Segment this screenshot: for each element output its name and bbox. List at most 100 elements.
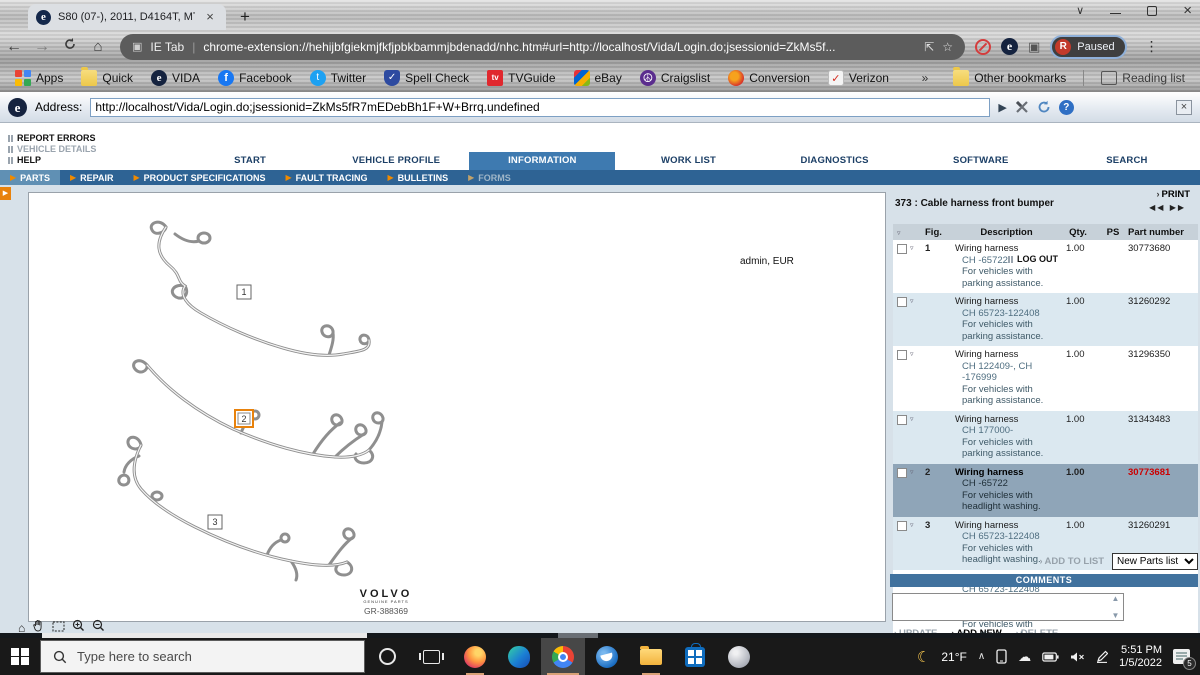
chrome-button[interactable]: [541, 638, 585, 675]
tab-vehicle-profile[interactable]: VEHICLE PROFILE: [323, 152, 469, 170]
ms-store-button[interactable]: [673, 638, 717, 675]
forward-icon[interactable]: →: [28, 38, 56, 56]
page-back-icon[interactable]: ◀◀: [1149, 203, 1165, 212]
part-row[interactable]: ▿Wiring harnessCH 177000-For vehicles wi…: [893, 411, 1198, 464]
bookmark-facebook[interactable]: fFacebook: [211, 68, 299, 88]
notification-center-icon[interactable]: 5: [1173, 649, 1190, 664]
col-part-number[interactable]: Part number: [1128, 227, 1198, 238]
task-view-button[interactable]: [409, 638, 453, 675]
onedrive-cloud-icon[interactable]: ☁: [1018, 649, 1031, 665]
volume-muted-icon[interactable]: [1070, 651, 1085, 663]
bookmark-vida[interactable]: eVIDA: [144, 68, 207, 88]
row-marker-icon[interactable]: ▿: [910, 350, 914, 359]
cortana-button[interactable]: [365, 638, 409, 675]
tab-diagnostics[interactable]: DIAGNOSTICS: [762, 152, 908, 170]
row-marker-icon[interactable]: ▿: [910, 244, 914, 253]
bookmark-star-icon[interactable]: ☆: [942, 40, 953, 54]
tab-start[interactable]: START: [177, 152, 323, 170]
reading-list-button[interactable]: Reading list: [1094, 69, 1192, 87]
phone-link-icon[interactable]: [996, 649, 1007, 664]
part-row[interactable]: ▿Wiring harnessCH 65723-122408For vehicl…: [893, 293, 1198, 346]
row-marker-icon[interactable]: ▿: [910, 415, 914, 424]
thunderbird-button[interactable]: [585, 638, 629, 675]
bookmark-quick[interactable]: Quick: [74, 68, 140, 88]
bookmark-tvguide[interactable]: tvTVGuide: [480, 68, 562, 88]
tray-expand-icon[interactable]: ∧: [978, 651, 985, 662]
part-number[interactable]: 31260292: [1128, 296, 1170, 307]
bookmark-craigslist[interactable]: ☮Craigslist: [633, 68, 717, 88]
temperature[interactable]: 21°F: [941, 650, 966, 664]
subnav-fault-tracing[interactable]: ▶FAULT TRACING: [276, 170, 378, 185]
bookmark-conversion[interactable]: Conversion: [721, 68, 817, 88]
subnav-product-specifications[interactable]: ▶PRODUCT SPECIFICATIONS: [124, 170, 276, 185]
comment-scrollbar[interactable]: ▲ ▼: [1108, 594, 1123, 620]
omnibox[interactable]: ▣ IE Tab | chrome-extension://hehijbfgie…: [120, 34, 965, 60]
row-checkbox[interactable]: [897, 350, 907, 360]
apps-shortcut[interactable]: Apps: [8, 68, 70, 88]
parts-list-select[interactable]: New Parts list: [1112, 553, 1198, 570]
window-maximize-icon[interactable]: [1147, 6, 1157, 16]
row-checkbox[interactable]: [897, 468, 907, 478]
window-chevron-icon[interactable]: ∨: [1076, 4, 1084, 17]
tab-work-list[interactable]: WORK LIST: [615, 152, 761, 170]
part-number[interactable]: 30773681: [1128, 467, 1170, 478]
comment-input[interactable]: [893, 594, 1106, 620]
home-icon[interactable]: ⌂: [84, 38, 112, 55]
sphere-app-button[interactable]: [717, 638, 761, 675]
bookmarks-overflow-icon[interactable]: »: [922, 71, 929, 85]
print-link[interactable]: ›PRINT: [1157, 189, 1191, 200]
subnav-parts[interactable]: ▶PARTS: [0, 170, 60, 185]
help-icon[interactable]: ?: [1059, 100, 1074, 115]
part-row[interactable]: ▿2Wiring harnessCH -65722For vehicles wi…: [893, 464, 1198, 517]
tab-close-icon[interactable]: ×: [202, 9, 218, 25]
ietab-close-icon[interactable]: ×: [1176, 100, 1192, 115]
col-fig[interactable]: Fig.: [925, 227, 955, 238]
profile-button[interactable]: R Paused: [1050, 35, 1126, 59]
subnav-repair[interactable]: ▶REPAIR: [60, 170, 124, 185]
tools-icon[interactable]: [1015, 100, 1029, 114]
row-checkbox[interactable]: [897, 297, 907, 307]
row-marker-icon[interactable]: ▿: [910, 297, 914, 306]
expand-panel-button[interactable]: ▶: [0, 187, 11, 200]
back-icon[interactable]: ←: [0, 38, 28, 56]
go-icon[interactable]: ▶: [998, 101, 1006, 114]
pen-icon[interactable]: [1096, 650, 1108, 663]
taskbar-search[interactable]: Type here to search: [40, 640, 365, 673]
tab-search[interactable]: SEARCH: [1054, 152, 1200, 170]
part-number[interactable]: 31296350: [1128, 349, 1170, 360]
row-checkbox[interactable]: [897, 415, 907, 425]
other-bookmarks[interactable]: Other bookmarks: [946, 68, 1073, 88]
battery-icon[interactable]: [1042, 652, 1059, 662]
firefox-button[interactable]: [453, 638, 497, 675]
logout-link[interactable]: LOG OUT: [1008, 254, 1058, 264]
row-marker-icon[interactable]: ▿: [910, 468, 914, 477]
window-close-icon[interactable]: ×: [1183, 6, 1192, 16]
start-button[interactable]: [0, 648, 40, 666]
address-input[interactable]: [90, 98, 990, 117]
browser-menu-icon[interactable]: ⋮: [1145, 38, 1159, 55]
add-to-list-link[interactable]: ›ADD TO LIST: [1040, 556, 1104, 567]
ietab-extension-icon[interactable]: e: [1001, 38, 1018, 55]
window-minimize-icon[interactable]: [1110, 13, 1121, 14]
refresh-icon[interactable]: [1037, 100, 1051, 114]
new-tab-button[interactable]: +: [240, 7, 250, 27]
row-marker-icon[interactable]: ▿: [910, 521, 914, 530]
part-row[interactable]: ▿Wiring harnessCH 122409-, CH -176999For…: [893, 346, 1198, 411]
scroll-down-icon[interactable]: ▼: [1112, 611, 1120, 620]
extensions-menu-icon[interactable]: ▣: [1028, 39, 1040, 55]
scroll-up-icon[interactable]: ▲: [1112, 594, 1120, 603]
part-number[interactable]: 31260291: [1128, 520, 1170, 531]
part-number[interactable]: 31343483: [1128, 414, 1170, 425]
part-row[interactable]: ▿1Wiring harnessCH -65722For vehicles wi…: [893, 240, 1198, 293]
bookmark-verizon[interactable]: ✓Verizon: [821, 68, 896, 88]
row-checkbox[interactable]: [897, 244, 907, 254]
share-icon[interactable]: ⇱: [924, 40, 934, 54]
weather-moon-icon[interactable]: ☾: [917, 648, 930, 666]
browser-tab[interactable]: e S80 (07-), 2011, D4164T, MTX75, ×: [28, 4, 226, 30]
reload-icon[interactable]: [56, 37, 84, 56]
col-qty[interactable]: Qty.: [1058, 227, 1098, 238]
bookmark-twitter[interactable]: tTwitter: [303, 68, 373, 88]
blocked-extension-icon[interactable]: [975, 39, 991, 55]
page-forward-icon[interactable]: ▶▶: [1170, 203, 1186, 212]
help-link[interactable]: HELP: [8, 155, 41, 165]
